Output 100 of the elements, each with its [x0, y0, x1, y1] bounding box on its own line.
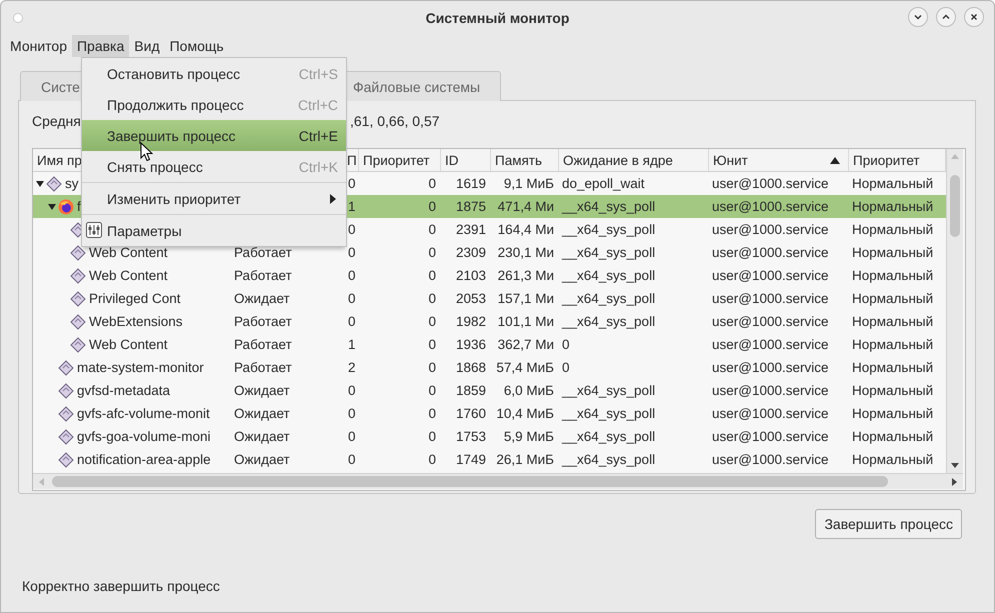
menu-item[interactable]: Параметры	[82, 215, 346, 246]
menu-bar-item[interactable]: Правка	[72, 35, 130, 57]
process-name: sy	[65, 176, 78, 191]
table-cell: 0	[428, 245, 436, 260]
table-cell: user@1000.service	[712, 337, 829, 352]
table-cell: 1619	[456, 176, 486, 191]
table-cell: Работает	[234, 245, 292, 260]
table-cell: Нормальный	[852, 383, 934, 398]
table-cell: 0	[428, 199, 436, 214]
table-cell: 157,1 Ми	[498, 291, 554, 306]
close-icon	[969, 12, 979, 22]
table-cell: 0	[348, 452, 356, 467]
table-cell: 0	[348, 314, 356, 329]
table-cell: user@1000.service	[712, 199, 829, 214]
menu-item[interactable]: Снять процесс Ctrl+K	[82, 151, 346, 182]
table-cell: Ожидает	[234, 291, 290, 306]
table-cell: Работает	[234, 268, 292, 283]
table-cell: Ожидает	[234, 383, 290, 398]
table-cell: __x64_sys_poll	[562, 245, 656, 260]
table-cell: 0	[348, 245, 356, 260]
table-cell: Нормальный	[852, 406, 934, 421]
process-name: gvfs-afc-volume-monit	[77, 406, 210, 421]
menu-item[interactable]: Завершить процесс Ctrl+E	[82, 120, 346, 151]
table-cell: 0	[428, 429, 436, 444]
table-cell: 6,0 МиБ	[504, 383, 554, 398]
table-cell: __x64_sys_poll	[562, 222, 656, 237]
table-cell: 1859	[456, 383, 486, 398]
table-cell: Нормальный	[852, 199, 934, 214]
table-cell: user@1000.service	[712, 360, 829, 375]
chevron-down-icon	[913, 12, 923, 22]
table-cell: 57,4 МиБ	[496, 360, 554, 375]
close-button[interactable]	[964, 7, 984, 27]
menu-bar-item[interactable]: Монитор	[5, 35, 72, 57]
table-cell: 1753	[456, 429, 486, 444]
status-bar-text: Корректно завершить процесс	[22, 578, 220, 594]
table-cell: 5,9 МиБ	[504, 429, 554, 444]
table-cell: __x64_sys_poll	[562, 452, 656, 467]
process-name: gvfs-goa-volume-moni	[77, 429, 211, 444]
table-cell: 2309	[456, 245, 486, 260]
table-cell: Ожидает	[234, 452, 290, 467]
column-header[interactable]: Память	[491, 149, 559, 171]
window-dot-icon	[13, 13, 23, 23]
table-cell: 0	[428, 314, 436, 329]
table-cell: Нормальный	[852, 314, 934, 329]
table-cell: Нормальный	[852, 268, 934, 283]
scroll-right-icon[interactable]	[952, 478, 957, 486]
fox-globe-icon	[58, 198, 74, 214]
table-cell: 0	[348, 176, 356, 191]
maximize-button[interactable]	[936, 7, 956, 27]
table-cell: user@1000.service	[712, 452, 829, 467]
process-name: Web Content	[89, 245, 168, 260]
submenu-arrow-icon	[330, 194, 336, 204]
table-cell: 101,1 Ми	[498, 314, 554, 329]
expander-down-icon[interactable]	[48, 204, 56, 210]
table-cell: user@1000.service	[712, 176, 829, 191]
scroll-down-icon[interactable]	[951, 463, 959, 468]
menu-item[interactable]: Изменить приоритет	[82, 183, 346, 214]
table-cell: 164,4 Ми	[498, 222, 554, 237]
menu-bar-item[interactable]: Вид	[129, 35, 165, 57]
table-cell: Нормальный	[852, 222, 934, 237]
end-process-button[interactable]: Завершить процесс	[815, 509, 962, 539]
process-diamond-icon	[58, 406, 74, 422]
table-cell: 1	[348, 337, 356, 352]
column-header[interactable]: Юнит	[709, 149, 849, 171]
process-name: Web Content	[89, 337, 168, 352]
table-cell: 1982	[456, 314, 486, 329]
table-cell: 2391	[456, 222, 486, 237]
table-cell: 261,3 Ми	[498, 268, 554, 283]
table-cell: user@1000.service	[712, 222, 829, 237]
table-cell: 0	[428, 337, 436, 352]
process-diamond-icon	[70, 314, 86, 330]
table-cell: 0	[348, 291, 356, 306]
column-header[interactable]: ID	[441, 149, 491, 171]
table-cell: 1868	[456, 360, 486, 375]
table-cell: 471,4 Ми	[498, 199, 554, 214]
load-values: ,61, 0,66, 0,57	[350, 113, 440, 131]
column-header[interactable]: Приоритет	[359, 149, 441, 171]
table-cell: 0	[348, 268, 356, 283]
table-cell: __x64_sys_poll	[562, 268, 656, 283]
table-cell: 0	[428, 406, 436, 421]
table-cell: __x64_sys_poll	[562, 199, 656, 214]
vertical-scrollbar-thumb[interactable]	[950, 175, 960, 237]
process-diamond-icon	[58, 382, 74, 398]
table-cell: 0	[562, 360, 570, 375]
table-cell: Нормальный	[852, 452, 934, 467]
column-header[interactable]: Ожидание в ядре	[559, 149, 709, 171]
expander-down-icon[interactable]	[36, 180, 44, 186]
table-cell: 10,4 МиБ	[496, 406, 554, 421]
table-cell: user@1000.service	[712, 383, 829, 398]
table-cell: Нормальный	[852, 245, 934, 260]
process-name: f	[77, 199, 81, 214]
minimize-button[interactable]	[908, 7, 928, 27]
table-cell: 26,1 МиБ	[496, 452, 554, 467]
table-cell: __x64_sys_poll	[562, 314, 656, 329]
table-cell: 2053	[456, 291, 486, 306]
table-cell: Работает	[234, 360, 292, 375]
process-diamond-icon	[70, 244, 86, 260]
process-name: gvfsd-metadata	[77, 383, 170, 398]
horizontal-scrollbar-thumb[interactable]	[52, 476, 888, 487]
menu-bar-item[interactable]: Помощь	[164, 35, 229, 57]
